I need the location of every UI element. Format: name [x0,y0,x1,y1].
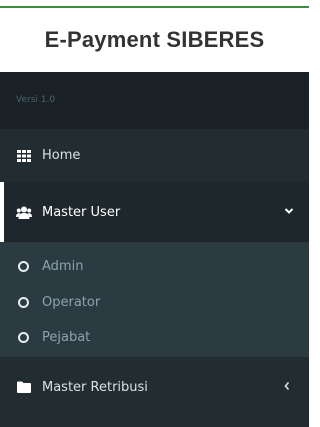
sidebar-item-label: Master Retribusi [42,379,148,395]
submenu-item-label: Operator [42,294,101,310]
submenu-item-operator[interactable]: Operator [0,284,309,320]
submenu-item-label: Pejabat [42,329,91,345]
version-label: Versi 1.0 [0,72,309,129]
sidebar-item-label: Master User [42,204,121,220]
users-icon [16,205,32,219]
sidebar-item-master-retribusi[interactable]: Master Retribusi [0,362,309,412]
brand-header[interactable]: E-Payment SIBERES [0,8,309,72]
folder-icon [16,380,32,394]
circle-outline-icon [18,260,29,272]
submenu-master-user: Admin Operator Pejabat [0,242,309,357]
grid-icon [16,149,32,163]
circle-outline-icon [18,331,29,343]
sidebar-item-master-user[interactable]: Master User [0,182,309,242]
sidebar: Versi 1.0 Home Master User Admin Operato… [0,72,309,427]
circle-outline-icon [18,296,29,308]
chevron-left-icon [283,380,291,395]
submenu-item-pejabat[interactable]: Pejabat [0,319,309,355]
submenu-item-admin[interactable]: Admin [0,248,309,284]
sidebar-item-label: Home [42,148,81,163]
chevron-down-icon [284,204,294,219]
submenu-item-label: Admin [42,258,84,274]
sidebar-item-home[interactable]: Home [0,129,309,182]
brand-title: E-Payment SIBERES [44,27,265,52]
